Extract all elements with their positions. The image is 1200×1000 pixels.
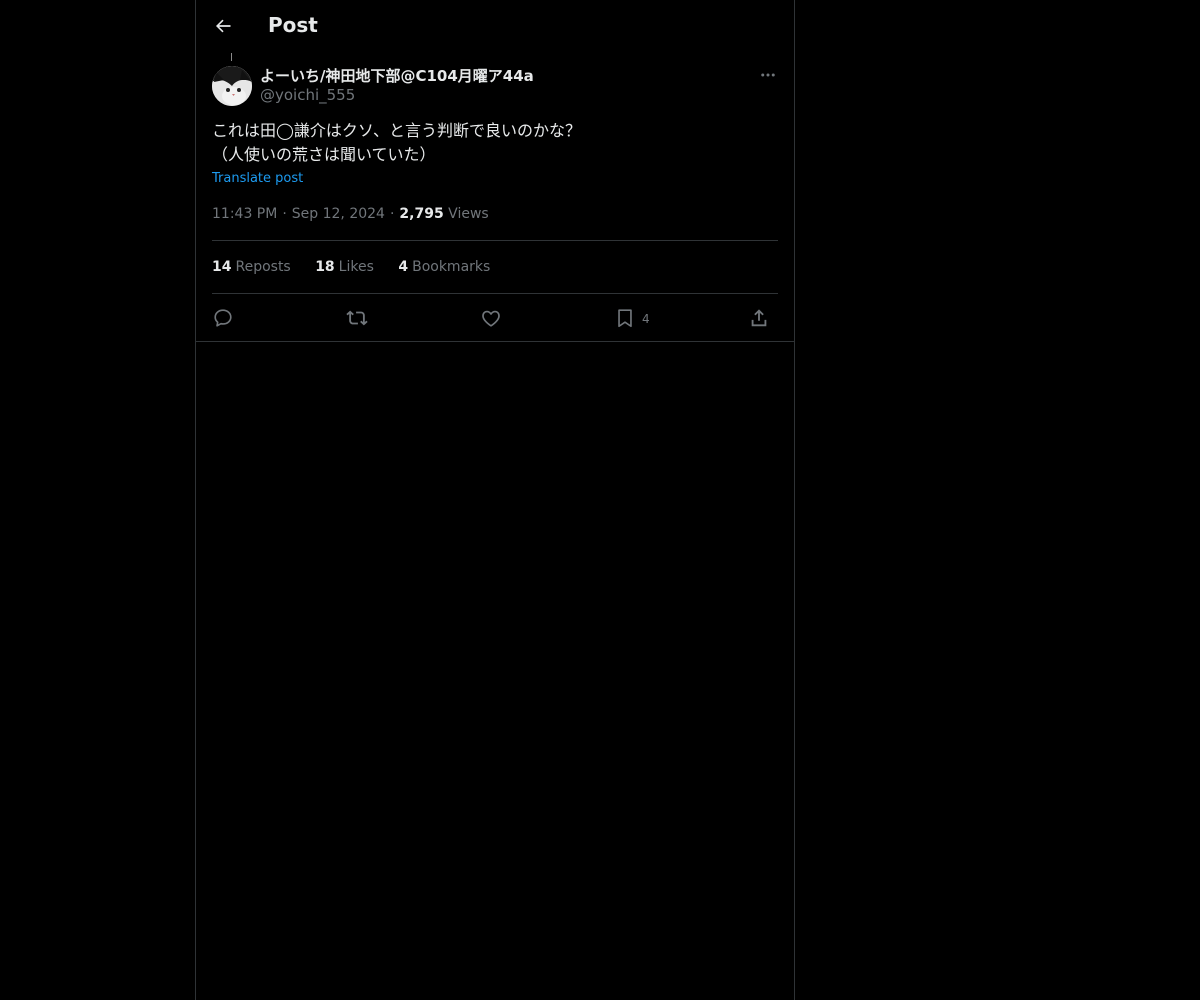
thread-connector — [231, 53, 232, 61]
share-icon — [751, 309, 767, 327]
translate-post-link[interactable]: Translate post — [212, 171, 303, 186]
reply-icon — [214, 309, 232, 327]
action-bar: 4 — [212, 304, 778, 332]
views-label: Views — [448, 206, 489, 222]
cat-avatar — [212, 66, 252, 106]
bookmark-icon — [618, 309, 632, 328]
page-header: Post — [196, 0, 794, 53]
share-button[interactable] — [748, 304, 770, 332]
bookmark-count: 4 — [642, 312, 650, 326]
like-button[interactable] — [480, 304, 502, 332]
likes-stat[interactable]: 18 Likes — [315, 259, 374, 275]
reposts-count: 14 — [212, 259, 232, 275]
post-bottom-border — [196, 341, 794, 342]
repost-button[interactable] — [346, 304, 368, 332]
divider — [212, 240, 778, 241]
reposts-label: Reposts — [235, 259, 291, 275]
bookmarks-stat[interactable]: 4 Bookmarks — [398, 259, 490, 275]
post-text-line: （人使いの荒さは聞いていた） — [212, 145, 436, 164]
post-detail-column: Post よーいち/神田地下部@C104月曜ア44a @yoichi_555 こ… — [195, 0, 795, 1000]
engagement-stats: 14 Reposts 18 Likes 4 Bookmarks — [212, 259, 510, 275]
bookmark-button[interactable]: 4 — [614, 304, 650, 332]
more-options-button[interactable] — [756, 63, 780, 87]
reposts-stat[interactable]: 14 Reposts — [212, 259, 291, 275]
post-text: これは田◯謙介はクソ、と言う判断で良いのかな？ （人使いの荒さは聞いていた） — [212, 119, 778, 167]
author-display-name[interactable]: よーいち/神田地下部@C104月曜ア44a — [260, 65, 534, 86]
likes-label: Likes — [338, 259, 374, 275]
post-metadata: 11:43 PM · Sep 12, 2024 · 2,795 Views — [212, 206, 489, 222]
post-text-line: これは田◯謙介はクソ、と言う判断で良いのかな？ — [212, 121, 581, 140]
separator-dot: · — [389, 206, 395, 222]
divider — [212, 293, 778, 294]
post-date[interactable]: Sep 12, 2024 — [292, 206, 385, 222]
separator-dot: · — [282, 206, 287, 222]
bookmarks-label: Bookmarks — [412, 259, 491, 275]
more-horizontal-icon — [761, 73, 775, 77]
post-time[interactable]: 11:43 PM — [212, 206, 277, 222]
bookmarks-count: 4 — [398, 259, 409, 275]
repost-icon — [346, 310, 368, 326]
heart-icon — [482, 310, 500, 327]
page-title: Post — [268, 13, 318, 37]
author-handle[interactable]: @yoichi_555 — [260, 86, 355, 104]
likes-count: 18 — [315, 259, 335, 275]
arrow-left-icon — [216, 19, 231, 33]
reply-button[interactable] — [212, 304, 234, 332]
author-avatar[interactable] — [212, 66, 252, 106]
views-count: 2,795 — [399, 206, 444, 222]
back-button[interactable] — [208, 11, 238, 41]
